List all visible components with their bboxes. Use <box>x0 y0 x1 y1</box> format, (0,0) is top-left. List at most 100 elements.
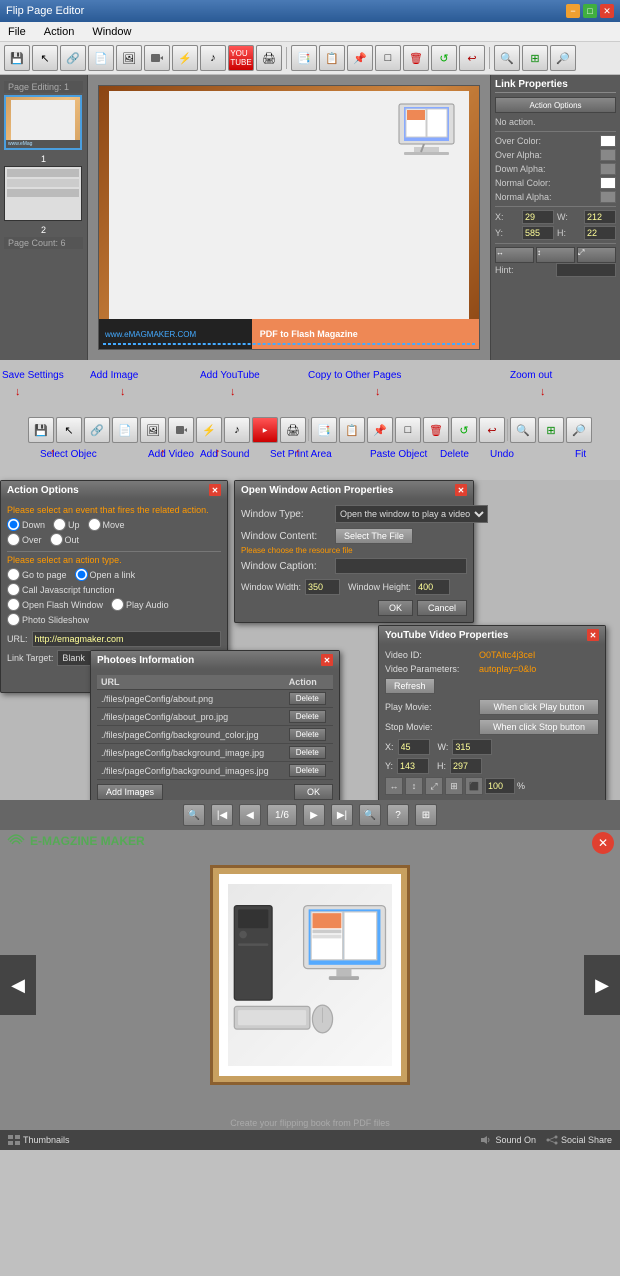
ao-down[interactable]: Down <box>7 518 45 531</box>
add-button-button[interactable]: □ <box>375 45 401 71</box>
fit-button[interactable]: ⊞ <box>522 45 548 71</box>
yt-opacity-input[interactable] <box>485 778 515 794</box>
pi-ok-btn[interactable]: OK <box>294 784 333 800</box>
paste-object-button[interactable]: 📌 <box>347 45 373 71</box>
yt-stop-btn[interactable]: When click Stop button <box>479 719 599 735</box>
ow-caption-input[interactable] <box>335 558 467 574</box>
ann-flash-btn[interactable]: ⚡ <box>196 417 222 443</box>
youtube-close[interactable]: ✕ <box>587 629 599 641</box>
yt-play-btn[interactable]: When click Play button <box>479 699 599 715</box>
minimize-button[interactable]: − <box>566 4 580 18</box>
preview-close-btn[interactable]: ✕ <box>592 832 614 854</box>
yt-icon5[interactable]: ⬛ <box>465 777 483 795</box>
page-thumb-1[interactable]: www.eMag <box>4 95 82 150</box>
prev-back[interactable]: ◀ <box>239 804 261 826</box>
ann-undo-btn[interactable]: ↩ <box>479 417 505 443</box>
yt-x-input[interactable] <box>398 739 430 755</box>
ann-save-btn[interactable]: 💾 <box>28 417 54 443</box>
ow-type-select[interactable]: Open the window to play a video <box>335 505 488 523</box>
photos-close[interactable]: ✕ <box>321 654 333 666</box>
ow-cancel-button[interactable]: Cancel <box>417 600 467 616</box>
ann-link-btn[interactable]: 🔗 <box>84 417 110 443</box>
normal-color-swatch[interactable] <box>600 177 616 189</box>
over-color-swatch[interactable] <box>600 135 616 147</box>
ao-calljs[interactable]: Call Javascript function <box>7 583 115 596</box>
prev-fullscreen[interactable]: ⊞ <box>415 804 437 826</box>
menu-window[interactable]: Window <box>88 24 135 40</box>
prop-icon2[interactable]: ↕ <box>536 247 575 263</box>
prev-zoom-fit[interactable]: 🔍 <box>359 804 381 826</box>
undo-button[interactable]: ↩ <box>459 45 485 71</box>
ow-width-input[interactable] <box>305 579 340 595</box>
zoom-out-button[interactable]: 🔍 <box>494 45 520 71</box>
open-window-close[interactable]: ✕ <box>455 484 467 496</box>
redo-button[interactable]: ↺ <box>431 45 457 71</box>
h-input[interactable]: 22 <box>584 226 616 240</box>
yt-icon2[interactable]: ↕ <box>405 777 423 795</box>
save-button[interactable]: 💾 <box>4 45 30 71</box>
pi-delete-1[interactable]: Delete <box>289 692 326 705</box>
ao-slideshow[interactable]: Photo Slideshow <box>7 613 89 626</box>
ann-img-btn[interactable]: 🖼 <box>140 417 166 443</box>
ao-over[interactable]: Over <box>7 533 42 546</box>
action-options-button[interactable]: Action Options <box>495 97 616 113</box>
menu-action[interactable]: Action <box>40 24 79 40</box>
ow-ok-button[interactable]: OK <box>378 600 413 616</box>
close-button[interactable]: ✕ <box>600 4 614 18</box>
add-link-button[interactable]: 🔗 <box>60 45 86 71</box>
ann-copyobj-btn[interactable]: 📋 <box>339 417 365 443</box>
x-input[interactable]: 29 <box>522 210 554 224</box>
prev-zoom-out[interactable]: 🔍 <box>183 804 205 826</box>
page-thumb-2[interactable] <box>4 166 82 221</box>
y-input[interactable]: 585 <box>522 226 554 240</box>
ann-doc-btn[interactable]: 📄 <box>112 417 138 443</box>
ann-vid-btn[interactable] <box>168 417 194 443</box>
ann-paste-btn[interactable]: 📌 <box>367 417 393 443</box>
ann-del-btn[interactable]: 🗑 <box>423 417 449 443</box>
ann-select-btn[interactable]: ↖ <box>56 417 82 443</box>
preview-nav-left[interactable]: ◀ <box>0 955 36 1015</box>
prev-first[interactable]: |◀ <box>211 804 233 826</box>
down-alpha-swatch[interactable] <box>600 163 616 175</box>
yt-y-input[interactable] <box>397 758 429 774</box>
w-input[interactable]: 212 <box>584 210 616 224</box>
ann-button-btn[interactable]: □ <box>395 417 421 443</box>
copy-to-other-button[interactable]: 📑 <box>291 45 317 71</box>
ow-select-file-btn[interactable]: Select The File <box>335 528 413 544</box>
ann-sound-btn[interactable]: ♪ <box>224 417 250 443</box>
zoom-in-button[interactable]: 🔎 <box>550 45 576 71</box>
prop-icon1[interactable]: ↔ <box>495 247 534 263</box>
yt-icon4[interactable]: ⊞ <box>445 777 463 795</box>
ann-yt-btn[interactable]: ▶ <box>252 417 278 443</box>
ann-fit-btn[interactable]: ⊞ <box>538 417 564 443</box>
save2-button[interactable]: 📄 <box>88 45 114 71</box>
footer-social[interactable]: Social Share <box>546 1135 612 1145</box>
maximize-button[interactable]: □ <box>583 4 597 18</box>
prop-icon3[interactable]: ⤢ <box>577 247 616 263</box>
yt-h-input[interactable] <box>450 758 482 774</box>
prev-last[interactable]: ▶| <box>331 804 353 826</box>
normal-alpha-swatch[interactable] <box>600 191 616 203</box>
pi-delete-3[interactable]: Delete <box>289 728 326 741</box>
select-button[interactable]: ↖ <box>32 45 58 71</box>
over-alpha-swatch[interactable] <box>600 149 616 161</box>
ann-redo-btn[interactable]: ↺ <box>451 417 477 443</box>
preview-nav-right[interactable]: ▶ <box>584 955 620 1015</box>
ao-move[interactable]: Move <box>88 518 125 531</box>
yt-w-input[interactable] <box>452 739 492 755</box>
pi-delete-4[interactable]: Delete <box>289 746 326 759</box>
pi-delete-2[interactable]: Delete <box>289 710 326 723</box>
ann-zoomin-btn[interactable]: 🔎 <box>566 417 592 443</box>
ao-playaudio[interactable]: Play Audio <box>111 598 169 611</box>
prev-next[interactable]: ▶ <box>303 804 325 826</box>
yt-icon1[interactable]: ↔ <box>385 777 403 795</box>
prev-help[interactable]: ? <box>387 804 409 826</box>
ao-openflash[interactable]: Open Flash Window <box>7 598 103 611</box>
yt-icon3[interactable]: ⤢ <box>425 777 443 795</box>
action-options-close[interactable]: ✕ <box>209 484 221 496</box>
set-print-area-button[interactable]: 🖨 <box>256 45 282 71</box>
canvas-area[interactable]: www.eMAGMAKER.COM PDF to Flash Magazine <box>88 75 490 360</box>
pi-add-images-btn[interactable]: Add Images <box>97 784 163 800</box>
ao-url-input[interactable] <box>32 631 221 647</box>
ao-up[interactable]: Up <box>53 518 80 531</box>
